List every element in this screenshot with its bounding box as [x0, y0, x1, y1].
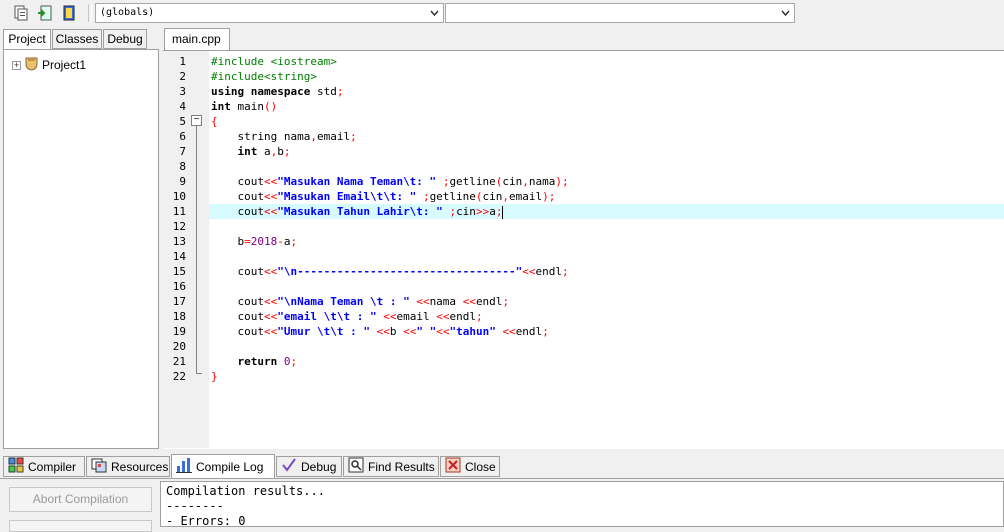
tab-close[interactable]: Close: [440, 456, 500, 477]
line-number: 14: [172, 250, 186, 263]
project-panel: + Project1: [3, 49, 159, 449]
tab-debug[interactable]: Debug: [103, 29, 147, 49]
tab-classes[interactable]: Classes: [52, 29, 102, 49]
code-line: 5{: [163, 114, 1004, 129]
tab-project[interactable]: Project: [3, 29, 51, 50]
line-number: 3: [179, 85, 186, 98]
code-line: 10 cout<<"Masukan Email\t\t: " ;getline(…: [163, 189, 1004, 204]
line-number: 10: [172, 190, 186, 203]
resources-icon: [91, 457, 107, 476]
code-line: 11 cout<<"Masukan Tahun Lahir\t: " ;cin>…: [163, 204, 1004, 219]
code-line: 9 cout<<"Masukan Nama Teman\t: " ;getlin…: [163, 174, 1004, 189]
log-line: --------: [166, 499, 224, 513]
tab-main-cpp[interactable]: main.cpp: [164, 28, 230, 51]
project-name: Project1: [42, 58, 87, 72]
tab-label: Close: [465, 459, 496, 474]
code-line: 13 b=2018-a;: [163, 234, 1004, 249]
code-line: 4 int main(): [163, 99, 1004, 114]
code-line: 19 cout<<"Umur \t\t : " <<b <<" "<<"tahu…: [163, 324, 1004, 339]
toolbar-separator: [88, 4, 92, 22]
code-line: 14: [163, 249, 1004, 264]
abort-compilation-button[interactable]: Abort Compilation: [9, 487, 152, 512]
tab-label: Resources: [111, 459, 169, 474]
member-combo[interactable]: [445, 3, 795, 23]
project-icon: [24, 56, 39, 74]
line-number: 4: [179, 100, 186, 113]
line-number: 8: [179, 160, 186, 173]
code-line: 1 #include <iostream>: [163, 54, 1004, 69]
code-line: 8: [163, 159, 1004, 174]
log-line: - Errors: 0: [166, 514, 246, 527]
line-number: 9: [179, 175, 186, 188]
expand-icon[interactable]: +: [12, 60, 21, 70]
tab-compile-log[interactable]: Compile Log: [171, 454, 275, 478]
code-line: 2 #include<string>: [163, 69, 1004, 84]
tab-label: Debug: [301, 459, 337, 474]
text-cursor: [502, 205, 504, 219]
tab-find-results[interactable]: Find Results: [343, 456, 439, 477]
add-file-icon[interactable]: [35, 3, 55, 23]
tab-label: Compile Log: [196, 459, 264, 474]
code-line: 16: [163, 279, 1004, 294]
find-icon: [348, 457, 364, 476]
tree-item-project[interactable]: + Project1: [12, 56, 86, 74]
close-icon: [445, 457, 461, 476]
code-line: 21 return 0;: [163, 354, 1004, 369]
compiler-icon: [8, 457, 24, 476]
project-options-icon[interactable]: [59, 3, 79, 23]
scope-combo[interactable]: (globals): [95, 3, 444, 23]
line-number: 2: [179, 70, 186, 83]
tab-compiler[interactable]: Compiler: [3, 456, 85, 477]
line-number: 12: [172, 220, 186, 233]
code-line: 6 string nama,email;: [163, 129, 1004, 144]
line-number: 6: [179, 130, 186, 143]
code-line: 20: [163, 339, 1004, 354]
line-number: 21: [172, 355, 186, 368]
bottom-panel-tabs: Compiler Resources Compile Log Debug Fin…: [0, 454, 1004, 478]
chart-icon: [176, 457, 192, 476]
toolbar: (globals): [0, 0, 1004, 27]
line-number: 16: [172, 280, 186, 293]
code-line: 17 cout<<"\nNama Teman \t : " <<nama <<e…: [163, 294, 1004, 309]
code-line: 22}: [163, 369, 1004, 384]
secondary-button[interactable]: [9, 520, 152, 532]
line-number: 13: [172, 235, 186, 248]
line-number: 20: [172, 340, 186, 353]
scope-combo-value: (globals): [100, 7, 155, 18]
line-number: 11: [172, 205, 186, 218]
log-line: Compilation results...: [166, 484, 325, 498]
line-number: 15: [172, 265, 186, 278]
code-line: 7 int a,b;: [163, 144, 1004, 159]
code-line: 18 cout<<"email \t\t : " <<email <<endl;: [163, 309, 1004, 324]
code-line: 3 using namespace std;: [163, 84, 1004, 99]
line-number: 19: [172, 325, 186, 338]
chevron-down-icon[interactable]: [781, 4, 790, 29]
line-number: 18: [172, 310, 186, 323]
line-number: 7: [179, 145, 186, 158]
line-number: 5: [179, 115, 186, 128]
tab-label: Find Results: [368, 459, 435, 474]
line-number: 17: [172, 295, 186, 308]
tab-resources[interactable]: Resources: [86, 456, 170, 477]
chevron-down-icon[interactable]: [430, 4, 439, 29]
tab-debug-bottom[interactable]: Debug: [276, 456, 342, 477]
checkmark-icon: [281, 457, 297, 476]
new-file-icon[interactable]: [11, 3, 31, 23]
code-line: 12: [163, 219, 1004, 234]
tab-label: Compiler: [28, 459, 77, 474]
code-line: 15 cout<<"\n----------------------------…: [163, 264, 1004, 279]
compile-log: Compilation results... -------- - Errors: …: [160, 481, 1004, 527]
line-number: 22: [172, 370, 186, 383]
line-number: 1: [179, 55, 186, 68]
